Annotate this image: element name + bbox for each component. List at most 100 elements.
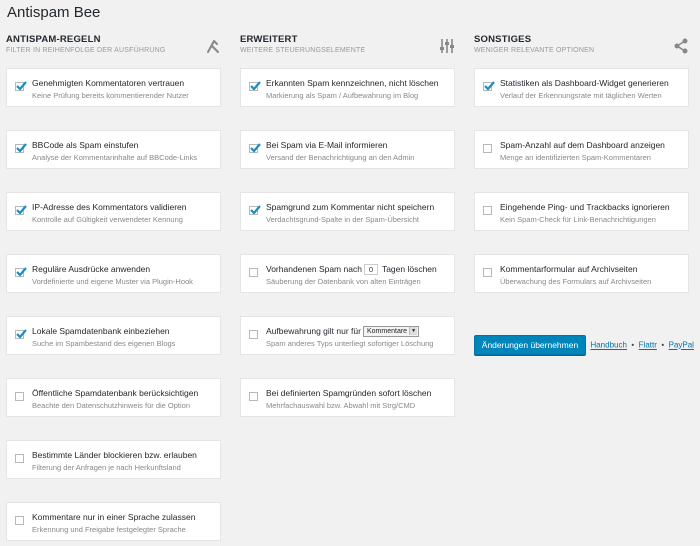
- option-label-part: Aufbewahrung gilt nur für: [266, 326, 361, 336]
- select-value: Kommentare: [366, 328, 408, 336]
- option-description: Verlauf der Erkennungsrate mit täglichen…: [500, 91, 662, 100]
- option-label: Kommentarformular auf Archivseiten: [500, 264, 638, 274]
- option-description: Beachte den Datenschutzhinweis für die O…: [32, 401, 191, 410]
- checkmark-icon: [16, 329, 27, 339]
- option-label: Reguläre Ausdrücke anwenden: [32, 264, 151, 274]
- option-description: Menge an identifizierten Spam-Kommentare…: [500, 153, 651, 162]
- column-misc: SONSTIGES WENIGER RELEVANTE OPTIONEN Sta…: [474, 34, 689, 293]
- option-checkbox[interactable]: [483, 144, 492, 153]
- checkmark-icon: [484, 81, 495, 91]
- option-card: Reguläre Ausdrücke anwenden Vordefinierte…: [6, 254, 221, 293]
- option-description: Vordefinierte und eigene Muster via Plug…: [32, 277, 193, 286]
- option-label: Spam-Anzahl auf dem Dashboard anzeigen: [500, 140, 665, 150]
- column-subtitle: WENIGER RELEVANTE OPTIONEN: [474, 47, 595, 54]
- option-label: Statistiken als Dashboard-Widget generie…: [500, 78, 669, 88]
- checkmark-icon: [16, 205, 27, 215]
- option-description: Kontrolle auf Gültigkeit verwendeter Ken…: [32, 215, 183, 224]
- option-checkbox[interactable]: [15, 143, 27, 153]
- checkmark-icon: [250, 205, 261, 215]
- column-header: ANTISPAM-REGELN FILTER IN REIHENFOLGE DE…: [6, 34, 221, 68]
- option-label: Genehmigten Kommentatoren vertrauen: [32, 78, 185, 88]
- option-label: Kommentare nur in einer Sprache zulassen: [32, 512, 196, 522]
- column-title: ERWEITERT: [240, 34, 298, 45]
- option-card: Statistiken als Dashboard-Widget generie…: [474, 68, 689, 107]
- option-description: Keine Prüfung bereits kommentierender Nu…: [32, 91, 189, 100]
- option-label: BBCode als Spam einstufen: [32, 140, 139, 150]
- option-description: Analyse der Kommentarinhalte auf BBCode-…: [32, 153, 198, 162]
- option-card: Bestimmte Länder blockieren bzw. erlaube…: [6, 440, 221, 479]
- page-title: Antispam Bee: [7, 4, 101, 21]
- option-checkbox[interactable]: [15, 392, 24, 401]
- option-checkbox[interactable]: [483, 206, 492, 215]
- option-checkbox[interactable]: [15, 81, 27, 91]
- option-card: Spamgrund zum Kommentar nicht speichern V…: [240, 192, 455, 231]
- column-header: ERWEITERT WEITERE STEUERUNGSELEMENTE: [240, 34, 455, 68]
- option-card: Kommentare nur in einer Sprache zulassen…: [6, 502, 221, 541]
- column-header: SONSTIGES WENIGER RELEVANTE OPTIONEN: [474, 34, 689, 68]
- share-icon: [674, 38, 688, 54]
- column-subtitle: FILTER IN REIHENFOLGE DER AUSFÜHRUNG: [6, 47, 166, 54]
- option-checkbox[interactable]: [249, 330, 258, 339]
- checkmark-icon: [16, 143, 27, 153]
- save-row: Änderungen übernehmen Handbuch • Flattr …: [474, 335, 694, 355]
- option-card: Erkannten Spam kennzeichnen, nicht lösch…: [240, 68, 455, 107]
- option-checkbox[interactable]: [15, 329, 27, 339]
- rules-icon: [207, 40, 219, 53]
- option-description: Spam anderes Typs unterliegt sofortiger …: [266, 339, 434, 348]
- option-description: Markierung als Spam / Aufbewahrung im Bl…: [266, 91, 419, 100]
- column-advanced: ERWEITERT WEITERE STEUERUNGSELEMENTE Erk…: [240, 34, 455, 417]
- option-label: Aufbewahrung gilt nur für Kommentare ▼: [266, 326, 420, 338]
- option-label: Eingehende Ping- und Trackbacks ignorier…: [500, 202, 670, 212]
- option-checkbox[interactable]: [483, 268, 492, 277]
- option-card: Bei definierten Spamgründen sofort lösch…: [240, 378, 455, 417]
- checkmark-icon: [250, 143, 261, 153]
- checkmark-icon: [16, 81, 27, 91]
- column-antispam-rules: ANTISPAM-REGELN FILTER IN REIHENFOLGE DE…: [6, 34, 221, 541]
- option-checkbox[interactable]: [249, 268, 258, 277]
- column-title: ANTISPAM-REGELN: [6, 34, 101, 45]
- option-label: Spamgrund zum Kommentar nicht speichern: [266, 202, 435, 212]
- days-input[interactable]: 0: [363, 264, 378, 276]
- link-separator: •: [631, 340, 635, 350]
- comment-type-select[interactable]: Kommentare ▼: [362, 326, 420, 338]
- option-label: Vorhandenen Spam nach 0 Tagen löschen: [266, 264, 437, 276]
- option-checkbox[interactable]: [249, 81, 261, 91]
- option-card: Genehmigten Kommentatoren vertrauen Keine…: [6, 68, 221, 107]
- option-checkbox[interactable]: [249, 392, 258, 401]
- option-checkbox[interactable]: [249, 143, 261, 153]
- option-description: Filterung der Anfragen je nach Herkunfts…: [32, 463, 181, 472]
- checkmark-icon: [250, 81, 261, 91]
- save-changes-button[interactable]: Änderungen übernehmen: [474, 335, 586, 355]
- option-label-part: Vorhandenen Spam nach: [266, 264, 362, 274]
- column-subtitle: WEITERE STEUERUNGSELEMENTE: [240, 47, 366, 54]
- option-card: Lokale Spamdatenbank einbeziehen Suche im…: [6, 316, 221, 355]
- column-title: SONSTIGES: [474, 34, 532, 45]
- option-description: Kein Spam-Check für Link-Benachrichtigun…: [500, 215, 656, 224]
- option-description: Versand der Benachrichtigung an den Admi…: [266, 153, 415, 162]
- option-card: Öffentliche Spamdatenbank berücksichtige…: [6, 378, 221, 417]
- option-checkbox[interactable]: [15, 267, 27, 277]
- option-checkbox[interactable]: [15, 205, 27, 215]
- option-card: Aufbewahrung gilt nur für Kommentare ▼ Spam…: [240, 316, 455, 355]
- paypal-link[interactable]: PayPal: [669, 341, 694, 350]
- option-description: Erkennung und Freigabe festgelegter Spra…: [32, 525, 186, 534]
- option-checkbox[interactable]: [249, 205, 261, 215]
- chevron-down-icon: ▼: [409, 327, 418, 336]
- option-label: Bestimmte Länder blockieren bzw. erlaube…: [32, 450, 197, 460]
- option-description: Überwachung des Formulars auf Archivseit…: [500, 277, 652, 286]
- option-card: Eingehende Ping- und Trackbacks ignorier…: [474, 192, 689, 231]
- option-description: Mehrfachauswahl bzw. Abwahl mit Strg/CMD: [266, 401, 416, 410]
- option-checkbox[interactable]: [15, 454, 24, 463]
- sliders-icon: [440, 39, 454, 53]
- option-label: Öffentliche Spamdatenbank berücksichtige…: [32, 388, 199, 398]
- option-checkbox[interactable]: [483, 81, 495, 91]
- option-description: Säuberung der Datenbank von alten Einträ…: [266, 277, 421, 286]
- option-label: Lokale Spamdatenbank einbeziehen: [32, 326, 170, 336]
- option-label: Erkannten Spam kennzeichnen, nicht lösch…: [266, 78, 439, 88]
- option-card: Vorhandenen Spam nach 0 Tagen löschen Säube…: [240, 254, 455, 293]
- option-card: Kommentarformular auf Archivseiten Überwa…: [474, 254, 689, 293]
- flattr-link[interactable]: Flattr: [639, 341, 657, 350]
- handbook-link[interactable]: Handbuch: [590, 341, 626, 350]
- option-card: BBCode als Spam einstufen Analyse der Kom…: [6, 130, 221, 169]
- option-checkbox[interactable]: [15, 516, 24, 525]
